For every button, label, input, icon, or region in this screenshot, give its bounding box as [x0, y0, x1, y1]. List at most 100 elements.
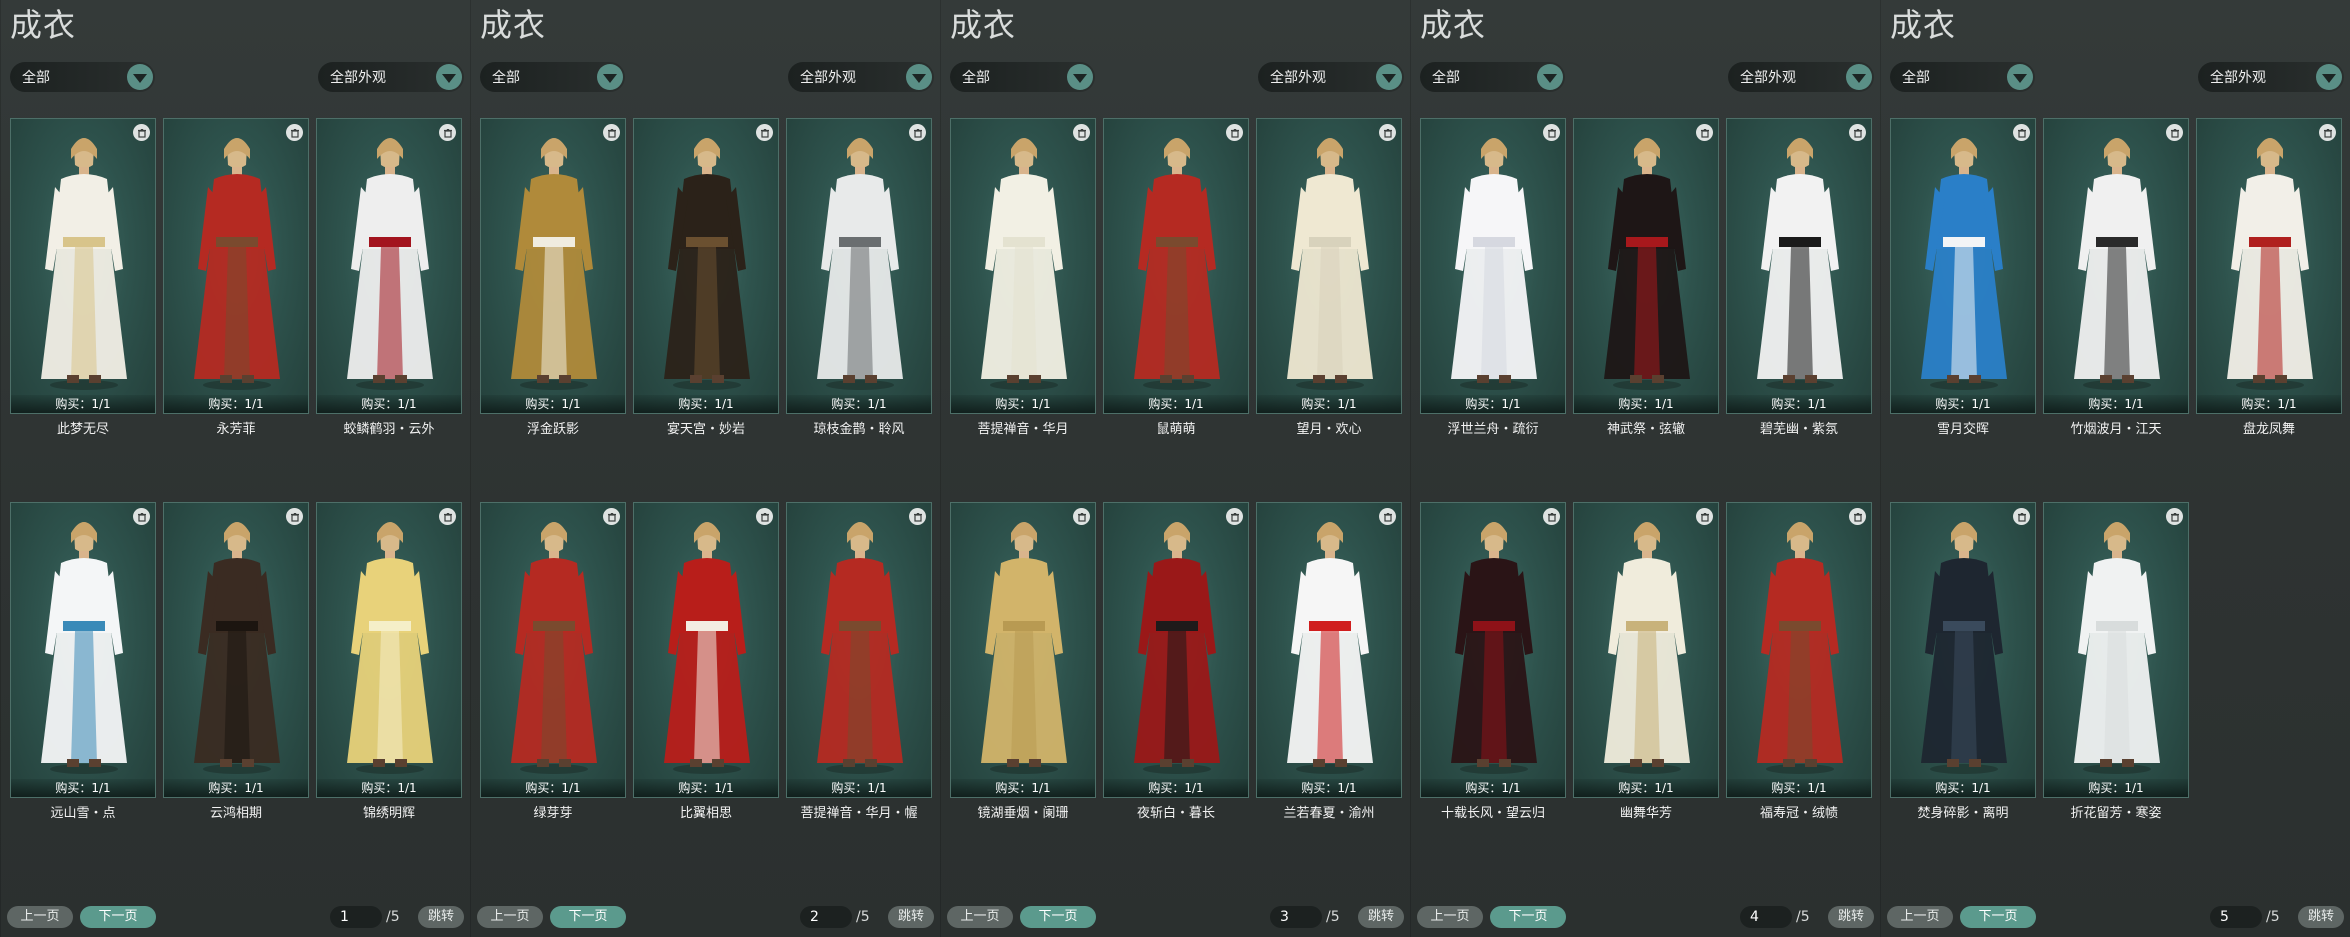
trash-icon[interactable]: [1226, 508, 1243, 525]
category-dropdown[interactable]: 全部: [10, 62, 155, 92]
page-number-input[interactable]: 4: [1740, 906, 1792, 928]
appearance-dropdown[interactable]: 全部外观: [788, 62, 934, 92]
chevron-down-icon[interactable]: [1537, 64, 1563, 90]
chevron-down-icon[interactable]: [2007, 64, 2033, 90]
outfit-card[interactable]: 购买：1/1: [10, 502, 156, 798]
trash-icon[interactable]: [1073, 124, 1090, 141]
outfit-card[interactable]: 购买：1/1: [316, 118, 462, 414]
outfit-card[interactable]: 购买：1/1: [1103, 118, 1249, 414]
chevron-down-icon[interactable]: [127, 64, 153, 90]
prev-page-button[interactable]: 上一页: [1887, 906, 1953, 928]
trash-icon[interactable]: [2013, 508, 2030, 525]
outfit-card[interactable]: 购买：1/1: [1726, 502, 1872, 798]
trash-icon[interactable]: [603, 508, 620, 525]
next-page-button[interactable]: 下一页: [1020, 906, 1096, 928]
trash-icon[interactable]: [1543, 508, 1560, 525]
outfit-card[interactable]: 购买：1/1: [1890, 118, 2036, 414]
appearance-dropdown[interactable]: 全部外观: [2198, 62, 2344, 92]
outfit-card[interactable]: 购买：1/1: [1256, 118, 1402, 414]
jump-button[interactable]: 跳转: [888, 906, 934, 928]
outfit-card[interactable]: 购买：1/1: [10, 118, 156, 414]
outfit-card[interactable]: 购买：1/1: [633, 118, 779, 414]
trash-icon[interactable]: [2319, 124, 2336, 141]
next-page-button[interactable]: 下一页: [1490, 906, 1566, 928]
outfit-card[interactable]: 购买：1/1: [1103, 502, 1249, 798]
chevron-down-icon[interactable]: [436, 64, 462, 90]
jump-button[interactable]: 跳转: [418, 906, 464, 928]
trash-icon[interactable]: [133, 124, 150, 141]
trash-icon[interactable]: [2166, 124, 2183, 141]
outfit-card[interactable]: 购买：1/1: [1573, 118, 1719, 414]
outfit-card[interactable]: 购买：1/1: [163, 502, 309, 798]
jump-button[interactable]: 跳转: [1358, 906, 1404, 928]
next-page-button[interactable]: 下一页: [1960, 906, 2036, 928]
outfit-card[interactable]: 购买：1/1: [316, 502, 462, 798]
outfit-card[interactable]: 购买：1/1: [2043, 502, 2189, 798]
outfit-card[interactable]: 购买：1/1: [480, 118, 626, 414]
page-number-input[interactable]: 3: [1270, 906, 1322, 928]
trash-icon[interactable]: [2166, 508, 2183, 525]
outfit-card[interactable]: 购买：1/1: [480, 502, 626, 798]
chevron-down-icon[interactable]: [906, 64, 932, 90]
appearance-dropdown[interactable]: 全部外观: [318, 62, 464, 92]
trash-icon[interactable]: [756, 124, 773, 141]
trash-icon[interactable]: [286, 508, 303, 525]
trash-icon[interactable]: [1226, 124, 1243, 141]
page-number-input[interactable]: 5: [2210, 906, 2262, 928]
prev-page-button[interactable]: 上一页: [7, 906, 73, 928]
trash-icon[interactable]: [756, 508, 773, 525]
outfit-card[interactable]: 购买：1/1: [1573, 502, 1719, 798]
category-dropdown[interactable]: 全部: [480, 62, 625, 92]
category-dropdown[interactable]: 全部: [1420, 62, 1565, 92]
outfit-card[interactable]: 购买：1/1: [2196, 118, 2342, 414]
trash-icon[interactable]: [1696, 508, 1713, 525]
outfit-card[interactable]: 购买：1/1: [1420, 502, 1566, 798]
next-page-button[interactable]: 下一页: [550, 906, 626, 928]
trash-icon[interactable]: [2013, 124, 2030, 141]
trash-icon[interactable]: [133, 508, 150, 525]
chevron-down-icon[interactable]: [1846, 64, 1872, 90]
chevron-down-icon[interactable]: [597, 64, 623, 90]
category-dropdown[interactable]: 全部: [1890, 62, 2035, 92]
outfit-card[interactable]: 购买：1/1: [2043, 118, 2189, 414]
category-dropdown[interactable]: 全部: [950, 62, 1095, 92]
trash-icon[interactable]: [1543, 124, 1560, 141]
outfit-card[interactable]: 购买：1/1: [1726, 118, 1872, 414]
outfit-card[interactable]: 购买：1/1: [163, 118, 309, 414]
outfit-name: 碧芜幽・紫氛: [1759, 422, 1838, 437]
outfit-card[interactable]: 购买：1/1: [633, 502, 779, 798]
page-number-input[interactable]: 2: [800, 906, 852, 928]
prev-page-button[interactable]: 上一页: [947, 906, 1013, 928]
trash-icon[interactable]: [1379, 124, 1396, 141]
trash-icon[interactable]: [439, 508, 456, 525]
prev-page-button[interactable]: 上一页: [1417, 906, 1483, 928]
trash-icon[interactable]: [286, 124, 303, 141]
trash-icon[interactable]: [1379, 508, 1396, 525]
trash-icon[interactable]: [909, 124, 926, 141]
outfit-card[interactable]: 购买：1/1: [1256, 502, 1402, 798]
appearance-dropdown[interactable]: 全部外观: [1258, 62, 1404, 92]
outfit-card[interactable]: 购买：1/1: [1890, 502, 2036, 798]
trash-icon[interactable]: [439, 124, 456, 141]
outfit-card[interactable]: 购买：1/1: [786, 118, 932, 414]
trash-icon[interactable]: [1073, 508, 1090, 525]
appearance-dropdown[interactable]: 全部外观: [1728, 62, 1874, 92]
prev-page-button[interactable]: 上一页: [477, 906, 543, 928]
appearance-dropdown-label: 全部外观: [330, 70, 386, 86]
jump-button[interactable]: 跳转: [2298, 906, 2344, 928]
trash-icon[interactable]: [909, 508, 926, 525]
chevron-down-icon[interactable]: [2316, 64, 2342, 90]
outfit-card[interactable]: 购买：1/1: [950, 118, 1096, 414]
outfit-card[interactable]: 购买：1/1: [950, 502, 1096, 798]
trash-icon[interactable]: [1849, 508, 1866, 525]
outfit-card[interactable]: 购买：1/1: [1420, 118, 1566, 414]
chevron-down-icon[interactable]: [1067, 64, 1093, 90]
next-page-button[interactable]: 下一页: [80, 906, 156, 928]
chevron-down-icon[interactable]: [1376, 64, 1402, 90]
trash-icon[interactable]: [1849, 124, 1866, 141]
trash-icon[interactable]: [603, 124, 620, 141]
jump-button[interactable]: 跳转: [1828, 906, 1874, 928]
outfit-card[interactable]: 购买：1/1: [786, 502, 932, 798]
trash-icon[interactable]: [1696, 124, 1713, 141]
page-number-input[interactable]: 1: [330, 906, 382, 928]
